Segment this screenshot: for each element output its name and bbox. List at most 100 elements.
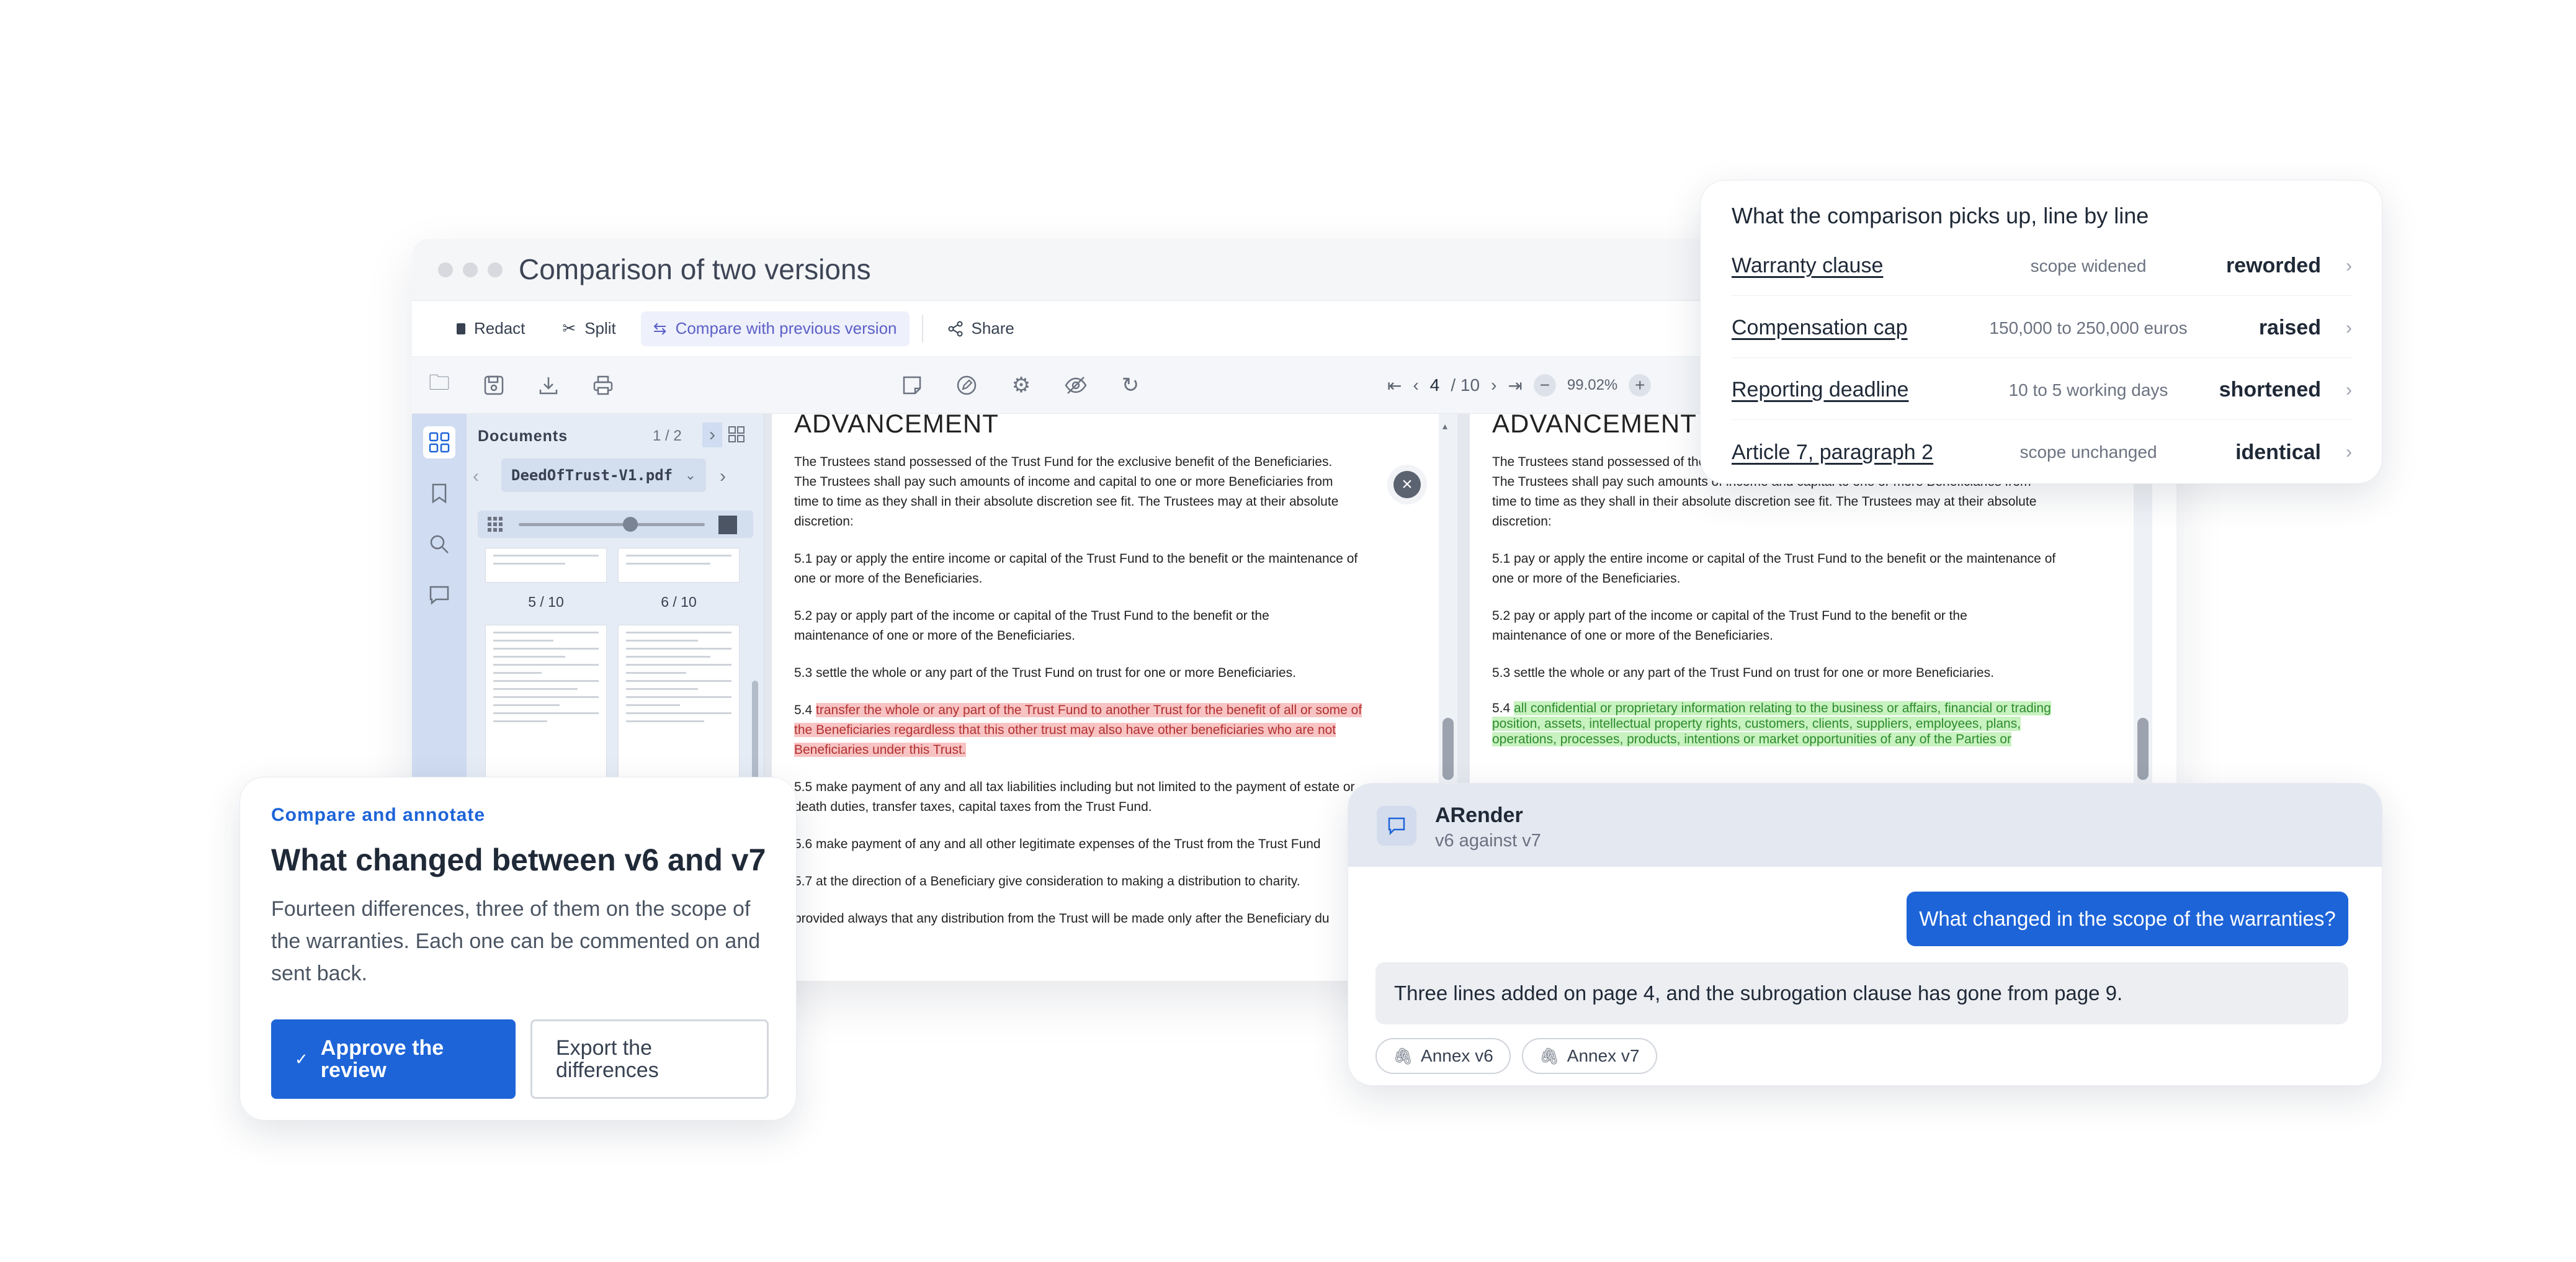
attachment-chip[interactable]: 🖇 Annex v6 [1375,1038,1511,1074]
row-status: shortened [2219,378,2321,401]
chat-subtitle: v6 against v7 [1435,831,1541,851]
refresh-icon[interactable]: ↻ [1116,370,1145,400]
chevron-right-icon: › [2346,379,2352,400]
comments-icon[interactable] [423,579,455,611]
window-minimize-dot[interactable] [463,262,478,277]
row-detail: scope unchanged [2019,442,2157,462]
comparison-title: What the comparison picks up, line by li… [1732,203,2149,228]
share-icon [948,321,962,336]
small-grid-icon[interactable] [486,516,504,533]
row-label: Warranty clause [1732,254,1884,277]
comparison-row[interactable]: Reporting deadline 10 to 5 working days … [1732,360,2352,420]
open-folder-icon[interactable]: 🗀 [424,370,454,400]
chat-card: ARender v6 against v7 What changed in th… [1348,783,2382,1086]
page-thumbnail[interactable] [485,548,607,583]
share-button[interactable]: Share [936,311,1027,346]
page-total: / 10 [1451,375,1480,395]
attachment-label: Annex v6 [1421,1046,1493,1065]
inserted-text[interactable]: all confidential or proprietary informat… [1492,701,2051,746]
divider [921,315,923,342]
next-doc-icon[interactable]: › [702,423,722,447]
next-file-icon[interactable]: › [720,466,726,487]
zoom-out-icon[interactable]: − [1533,374,1556,396]
approve-button[interactable]: ✓ Approve the review [271,1019,516,1099]
zoom-slider-track[interactable] [519,523,705,526]
changed-paragraph: 5.4 all confidential or proprietary info… [1492,700,2075,747]
paragraph: provided always that any distribution fr… [794,911,1330,926]
prev-file-icon[interactable]: ‹ [473,466,479,487]
paragraph: 5.6 make payment of any and all other le… [794,837,1321,851]
current-page[interactable]: 4 [1430,375,1440,395]
row-status: raised [2258,316,2321,339]
zoom-in-icon[interactable]: + [1629,374,1652,396]
clause-number: 5.4 [1492,701,1514,715]
row-detail: 150,000 to 250,000 euros [1989,318,2188,338]
page-navigator: ⇤ ‹ 4 / 10 › ⇥ − 99.02% + [1387,370,1652,400]
page-thumbnail[interactable] [618,625,740,786]
row-status: reworded [2225,254,2321,277]
file-select[interactable]: DeedOfTrust-V1.pdf ⌄ [501,459,706,492]
thumbnail-label: 5 / 10 [528,594,564,610]
bookmark-icon[interactable] [423,477,455,509]
paragraph: 5.1 pay or apply the entire income or ca… [1492,552,2056,586]
export-label: Export the differences [556,1036,659,1082]
scroll-thumb[interactable] [2137,718,2149,780]
sticky-note-icon[interactable] [897,370,927,400]
changed-paragraph: 5.4 transfer the whole or any part of th… [794,700,1365,760]
search-icon[interactable] [423,528,455,560]
annotate-title: What changed between v6 and v7 [271,843,766,877]
redact-icon [457,323,465,334]
split-label: Split [584,319,616,338]
page-thumbnail[interactable] [485,625,607,786]
save-icon[interactable] [479,370,509,400]
download-icon[interactable] [534,370,563,400]
compare-label: Compare with previous version [675,319,897,338]
paragraph: 5.5 make payment of any and all tax liab… [794,780,1355,814]
export-button[interactable]: Export the differences [530,1019,769,1099]
last-page-icon[interactable]: ⇥ [1508,375,1522,396]
deleted-text[interactable]: transfer the whole or any part of the Tr… [794,703,1362,757]
split-button[interactable]: ✂ Split [550,311,628,346]
redact-button[interactable]: Redact [444,311,537,346]
attachment-chip[interactable]: 🖇 Annex v7 [1521,1038,1657,1074]
eyebrow: Compare and annotate [271,805,486,825]
page-thumbnail[interactable] [618,548,740,583]
scissors-icon: ✂ [562,319,576,338]
next-page-icon[interactable]: › [1491,375,1496,395]
paragraph: 5.1 pay or apply the entire income or ca… [794,552,1358,586]
window-close-dot[interactable] [438,262,453,277]
zoom-level: 99.02% [1567,377,1618,393]
thumbnails-icon[interactable] [423,426,455,459]
paperclip-icon: 🖇 [1393,1046,1414,1065]
share-label: Share [971,319,1014,338]
approve-label: Approve the review [320,1036,444,1082]
row-label: Compensation cap [1732,316,1908,339]
compare-icon: ⇆ [653,319,667,338]
chevron-right-icon: › [2346,442,2352,462]
prev-page-icon[interactable]: ‹ [1413,375,1418,395]
paragraph: 5.3 settle the whole or any part of the … [1492,666,1994,680]
chat-name: ARender [1435,803,1523,827]
comparison-row[interactable]: Warranty clause scope widened reworded › [1732,236,2352,296]
zoom-slider-handle[interactable] [623,517,638,532]
pen-icon[interactable] [952,370,982,400]
row-status: identical [2235,440,2321,464]
grid-view-icon[interactable] [727,425,748,446]
scroll-up-icon[interactable]: ▴ [1442,420,1447,432]
first-page-icon[interactable]: ⇤ [1387,375,1402,396]
window-title: Comparison of two versions [519,253,871,285]
large-grid-icon[interactable] [718,516,737,534]
scroll-thumb[interactable] [1442,718,1454,780]
comparison-row[interactable]: Article 7, paragraph 2 scope unchanged i… [1732,423,2352,482]
thumbnail-zoom-bar [478,511,753,538]
settings-icon[interactable]: ⚙ [1006,370,1036,400]
window-maximize-dot[interactable] [488,262,503,277]
print-icon[interactable] [588,370,618,400]
attachment-label: Annex v7 [1567,1046,1640,1065]
compare-button[interactable]: ⇆ Compare with previous version [640,311,910,346]
hide-annotations-icon[interactable] [1061,370,1091,400]
close-icon[interactable]: × [1393,471,1421,498]
annotate-card: Compare and annotate What changed betwee… [239,777,797,1121]
paragraph: The Trustees stand possessed of the Trus… [794,455,1339,529]
comparison-row[interactable]: Compensation cap 150,000 to 250,000 euro… [1732,298,2352,358]
